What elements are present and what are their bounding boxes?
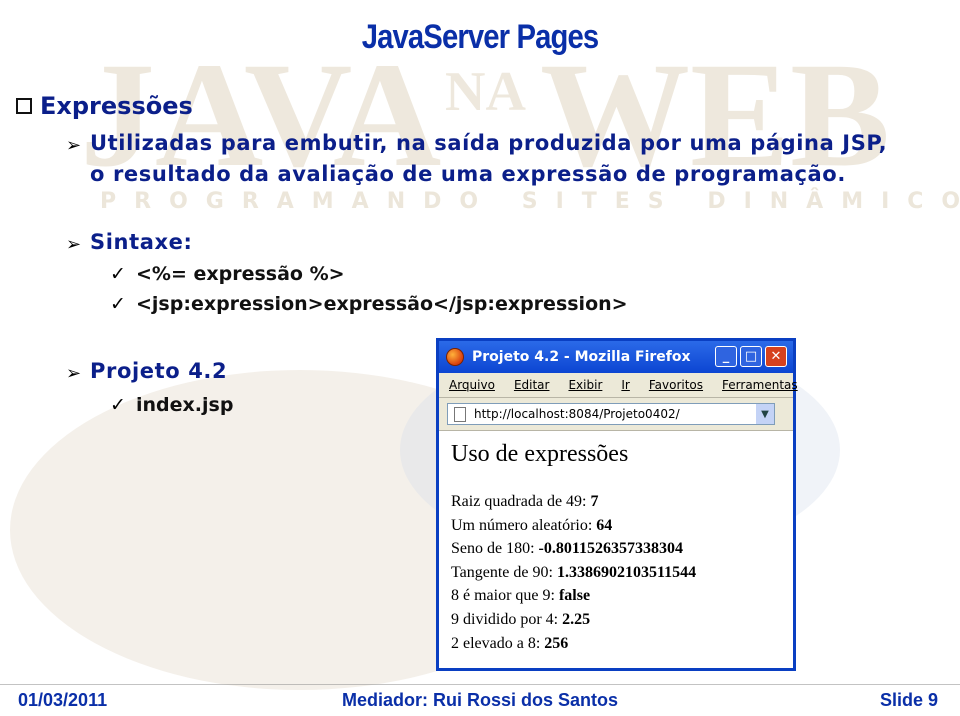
firefox-window: Projeto 4.2 - Mozilla Firefox _ □ ✕ Arqu… (436, 338, 798, 671)
svg-text:NA: NA (445, 61, 526, 123)
menu-bar: Arquivo Editar Exibir Ir Favoritos Ferra… (439, 373, 798, 398)
watermark-tagline: PROGRAMANDO SITES DINÂMICOS (100, 188, 960, 214)
minimize-button[interactable]: _ (715, 346, 737, 367)
footer-mediator: Mediador: Rui Rossi dos Santos (341, 690, 619, 710)
bullet-project: Projeto 4.2 (90, 359, 228, 383)
result-line: Raiz quadrada de 49: 7 (451, 493, 599, 510)
menu-ferramentas[interactable]: Ferramentas (722, 378, 798, 392)
result-line: Um número aleatório: 64 (451, 516, 613, 534)
menu-editar[interactable]: Editar (514, 378, 550, 392)
result-line: Seno de 180: -0.8011526357338304 (451, 540, 683, 558)
address-toolbar: http://localhost:8084/Projeto0402/ ▼ (439, 398, 793, 431)
section-heading: Expressões (16, 92, 193, 120)
check-icon: ✓ (110, 263, 126, 285)
file-name: index.jsp (136, 394, 234, 416)
menu-ir[interactable]: Ir (621, 378, 629, 392)
menu-favoritos[interactable]: Favoritos (649, 378, 703, 392)
menu-exibir[interactable]: Exibir (568, 378, 602, 392)
menu-arquivo[interactable]: Arquivo (449, 378, 495, 392)
page-heading: Uso de expressões (451, 441, 629, 467)
slide-footer: Mediador: Rui Rossi dos Santos 01/03/201… (0, 690, 960, 710)
check-icon: ✓ (110, 293, 126, 315)
bullet-syntax: Sintaxe: (90, 230, 193, 254)
checkbox-bullet-icon (16, 98, 32, 114)
syntax-item-1: <%= expressão %> (136, 263, 345, 285)
bullet-text-line1: Utilizadas para embutir, na saída produz… (90, 131, 888, 155)
firefox-icon (446, 348, 464, 366)
heading-text: Expressões (40, 92, 193, 120)
window-titlebar[interactable]: Projeto 4.2 - Mozilla Firefox _ □ ✕ (439, 341, 793, 373)
close-button[interactable]: ✕ (765, 346, 787, 367)
url-text: http://localhost:8084/Projeto0402/ (474, 407, 680, 421)
bullet-text-line2: o resultado da avaliação de uma expressã… (90, 162, 846, 186)
footer-slide-number: Slide 9 (879, 690, 938, 710)
chevron-down-icon[interactable]: ▼ (756, 404, 774, 424)
result-line: 9 dividido por 4: 2.25 (451, 610, 591, 628)
check-icon: ✓ (110, 394, 126, 416)
result-line: 8 é maior que 9: false (451, 587, 591, 605)
arrow-bullet-icon: ➢ (66, 234, 82, 255)
syntax-item-2: <jsp:expression>expressão</jsp:expressio… (136, 293, 628, 315)
footer-date: 01/03/2011 (18, 690, 108, 710)
arrow-bullet-icon: ➢ (66, 363, 82, 384)
footer-divider (0, 684, 960, 685)
address-bar[interactable]: http://localhost:8084/Projeto0402/ ▼ (447, 403, 775, 425)
result-line: Tangente de 90: 1.3386902103511544 (451, 563, 697, 581)
window-title: Projeto 4.2 - Mozilla Firefox (472, 349, 691, 365)
maximize-button[interactable]: □ (740, 346, 762, 367)
result-line: 2 elevado a 8: 256 (451, 634, 569, 652)
page-content: Uso de expressões Raiz quadrada de 49: 7… (439, 431, 793, 665)
slide-title: JavaServer Pages (361, 18, 599, 56)
page-icon (454, 406, 466, 422)
arrow-bullet-icon: ➢ (66, 135, 82, 156)
